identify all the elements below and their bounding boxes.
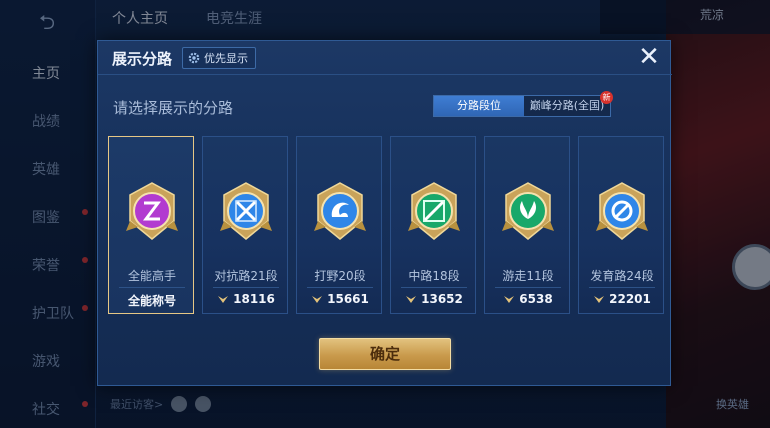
tab-lane-rank[interactable]: 分路段位 bbox=[434, 96, 524, 116]
divider bbox=[495, 287, 561, 288]
rank-wing-icon bbox=[406, 296, 417, 303]
lane-card-list: 全能高手 全能称号 对抗路21段 18116 打野20段 15661 中路18段… bbox=[108, 136, 664, 314]
lane-name: 对抗路21段 bbox=[214, 269, 278, 283]
lane-card-clash[interactable]: 对抗路21段 18116 bbox=[202, 136, 288, 314]
lane-name: 打野20段 bbox=[314, 269, 366, 283]
close-icon[interactable]: ✕ bbox=[634, 43, 664, 73]
confirm-button[interactable]: 确定 bbox=[319, 338, 451, 370]
roam-emblem-icon bbox=[502, 182, 554, 240]
divider bbox=[401, 287, 467, 288]
allround-emblem-icon bbox=[126, 182, 178, 240]
lane-score: 22201 bbox=[579, 292, 665, 306]
lane-score: 15661 bbox=[297, 292, 383, 306]
lane-name: 发育路24段 bbox=[590, 269, 654, 283]
divider bbox=[589, 287, 655, 288]
gear-icon bbox=[188, 52, 200, 64]
lane-title: 全能称号 bbox=[127, 294, 176, 308]
divider bbox=[307, 287, 373, 288]
tab-peak-lane[interactable]: 巅峰分路(全国) 新 bbox=[524, 91, 613, 116]
rank-wing-icon bbox=[218, 296, 229, 303]
clash-lane-emblem-icon bbox=[220, 182, 272, 240]
new-badge: 新 bbox=[600, 91, 613, 104]
lane-display-dialog: 展示分路 优先显示 ✕ 请选择展示的分路 分路段位 巅峰分路(全国) 新 全能高… bbox=[97, 40, 672, 386]
mid-lane-emblem-icon bbox=[408, 182, 460, 240]
jungle-emblem-icon bbox=[314, 182, 366, 240]
divider bbox=[119, 287, 185, 288]
lane-card-allround[interactable]: 全能高手 全能称号 bbox=[108, 136, 194, 314]
lane-score: 13652 bbox=[391, 292, 477, 306]
tab-peak-lane-label: 巅峰分路(全国) bbox=[529, 99, 605, 112]
divider bbox=[213, 287, 279, 288]
priority-display-button[interactable]: 优先显示 bbox=[182, 47, 256, 69]
lane-name: 游走11段 bbox=[502, 269, 554, 283]
lane-card-farm[interactable]: 发育路24段 22201 bbox=[578, 136, 664, 314]
priority-display-label: 优先显示 bbox=[204, 52, 248, 65]
lane-card-jungle[interactable]: 打野20段 15661 bbox=[296, 136, 382, 314]
lane-name: 全能高手 bbox=[127, 269, 176, 283]
rank-wing-icon bbox=[504, 296, 515, 303]
lane-card-mid[interactable]: 中路18段 13652 bbox=[390, 136, 476, 314]
dialog-title: 展示分路 bbox=[112, 50, 173, 68]
lane-card-roam[interactable]: 游走11段 6538 bbox=[484, 136, 570, 314]
lane-name: 中路18段 bbox=[408, 269, 460, 283]
lane-score: 18116 bbox=[203, 292, 289, 306]
dialog-subtitle: 请选择展示的分路 bbox=[113, 99, 234, 117]
rank-wing-icon bbox=[312, 296, 323, 303]
rank-wing-icon bbox=[594, 296, 605, 303]
dialog-header: 展示分路 优先显示 ✕ bbox=[98, 41, 672, 75]
lane-type-tabs: 分路段位 巅峰分路(全国) 新 bbox=[433, 91, 613, 117]
farm-lane-emblem-icon bbox=[596, 182, 648, 240]
lane-score: 6538 bbox=[485, 292, 571, 306]
